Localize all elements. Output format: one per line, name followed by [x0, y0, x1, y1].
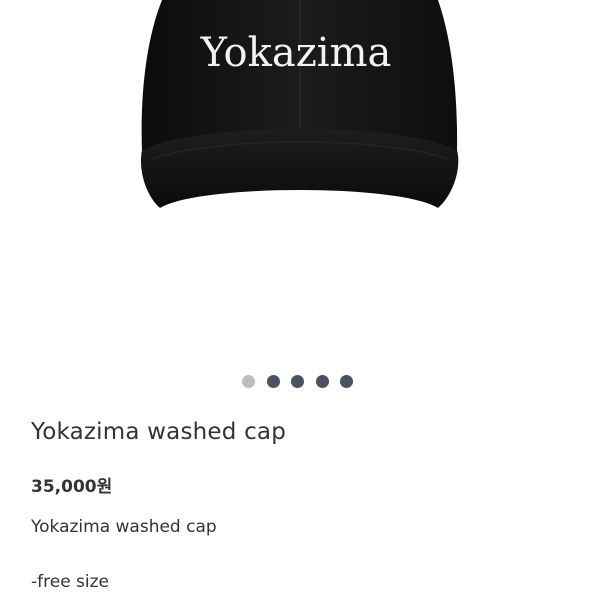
product-description: Yokazima washed cap — [31, 517, 217, 537]
carousel-dot-4[interactable] — [316, 375, 329, 388]
carousel-dot-3[interactable] — [291, 375, 304, 388]
product-title: Yokazima washed cap — [31, 419, 287, 445]
product-price: 35,000원 — [31, 477, 113, 497]
product-image[interactable]: Yokazima — [0, 0, 596, 360]
cap-brim — [140, 129, 459, 208]
product-size: -free size — [31, 572, 110, 592]
cap-photo: Yokazima — [140, 0, 459, 208]
carousel-dot-5[interactable] — [340, 375, 353, 388]
carousel-dot-1[interactable] — [242, 375, 255, 388]
carousel-pagination — [0, 375, 596, 389]
cap-embroidery-text: Yokazima — [200, 30, 392, 76]
carousel-dot-2[interactable] — [267, 375, 280, 388]
